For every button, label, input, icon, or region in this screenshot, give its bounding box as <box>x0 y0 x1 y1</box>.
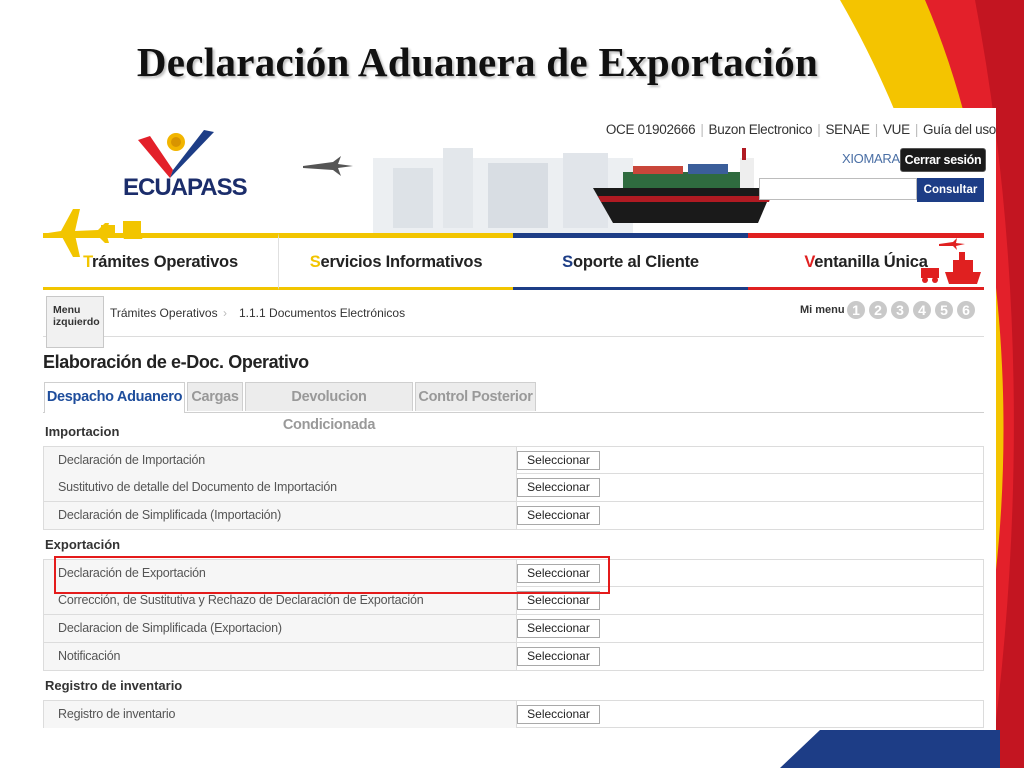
my-menu-label: Mi menu <box>800 304 845 316</box>
my-menu-slot-3[interactable]: 3 <box>891 301 909 319</box>
section-label: Importacion <box>45 424 120 439</box>
row-label: Corrección, de Sustitutiva y Rechazo de … <box>58 593 424 607</box>
slide-title: Declaración Aduanera de Exportación <box>136 39 819 85</box>
top-link-oce[interactable]: OCE 01902666 <box>606 122 696 137</box>
my-menu-slot-2[interactable]: 2 <box>869 301 887 319</box>
ship-truck-icon <box>921 238 981 284</box>
row-label: Declaración de Simplificada (Importación… <box>58 508 282 522</box>
row-label: Notificación <box>58 649 121 663</box>
row-label-cell: Declaracion de Simplificada (Exportacion… <box>44 615 517 642</box>
table-row: Sustitutivo de detalle del Documento de … <box>43 474 984 502</box>
nav-first-letter: S <box>562 253 573 271</box>
divider: | <box>874 122 879 137</box>
page-title: Elaboración de e-Doc. Operativo <box>43 352 309 372</box>
breadcrumb-separator-icon: › <box>223 306 227 320</box>
top-link-vue[interactable]: VUE <box>883 122 910 137</box>
row-label: Declaración de Importación <box>58 453 205 467</box>
main-nav: Trámites Operativos Servicios Informativ… <box>43 233 984 290</box>
my-menu-slot-4[interactable]: 4 <box>913 301 931 319</box>
tab-despacho-aduanero[interactable]: Despacho Aduanero <box>44 382 185 413</box>
nav-first-letter: V <box>804 253 815 271</box>
logout-button[interactable]: Cerrar sesión <box>900 148 986 172</box>
header-scene-icon <box>303 148 773 233</box>
section-label: Registro de inventario <box>45 678 183 693</box>
ecuapass-screenshot: ECUAPASS OCE 01902666 | Buzon Electronico |… <box>43 108 996 730</box>
logo-text: ECUAPASS <box>123 174 248 201</box>
tab-control-posterior[interactable]: Control Posterior <box>415 382 536 411</box>
table-row: Declaración de Simplificada (Importación… <box>43 502 984 530</box>
breadcrumb-item[interactable]: 1.1.1 Documentos Electrónicos <box>239 306 405 320</box>
nav-label: oporte al Cliente <box>572 253 699 271</box>
divider: | <box>914 122 919 137</box>
select-button[interactable]: Seleccionar <box>517 451 600 470</box>
highlight-box <box>54 556 610 594</box>
breadcrumb-item[interactable]: Trámites Operativos <box>110 306 218 320</box>
top-link-guia[interactable]: Guía del uso <box>923 122 996 137</box>
select-button[interactable]: Seleccionar <box>517 506 600 525</box>
left-menu-toggle[interactable]: Menu izquierdo <box>46 296 104 348</box>
nav-soporte-al-cliente[interactable]: Soporte al Cliente <box>513 233 748 290</box>
divider: | <box>700 122 704 137</box>
site-header: ECUAPASS OCE 01902666 | Buzon Electronico |… <box>43 108 996 233</box>
row-label-cell: Sustitutivo de detalle del Documento de … <box>44 474 517 501</box>
row-label-cell: Registro de inventario <box>44 701 517 728</box>
top-link-buzon[interactable]: Buzon Electronico <box>709 122 813 137</box>
select-button[interactable]: Seleccionar <box>517 705 600 724</box>
top-links: OCE 01902666 | Buzon Electronico | SENAE | VUE… <box>606 122 996 137</box>
table-row: Notificación Seleccionar <box>43 643 984 671</box>
row-label: Declaracion de Simplificada (Exportacion… <box>58 621 282 635</box>
top-link-senae[interactable]: SENAE <box>825 122 870 137</box>
divider: | <box>817 122 821 137</box>
my-menu-slot-6[interactable]: 6 <box>957 301 975 319</box>
my-menu-slot-5[interactable]: 5 <box>935 301 953 319</box>
user-name: XIOMARA <box>842 151 900 166</box>
select-button[interactable]: Seleccionar <box>517 647 600 666</box>
left-menu-label: Menu izquierdo <box>53 304 100 328</box>
tab-devolucion-condicionada[interactable]: Devolucion Condicionada <box>245 382 413 433</box>
row-label: Sustitutivo de detalle del Documento de … <box>58 480 337 494</box>
nav-first-letter: S <box>309 253 321 271</box>
nav-tramites-operativos[interactable]: Trámites Operativos <box>43 233 278 290</box>
tab-bar: Despacho Aduanero Cargas Devolucion Cond… <box>43 382 984 433</box>
row-label-cell: Notificación <box>44 643 517 670</box>
nav-first-letter: T <box>83 253 93 271</box>
row-label-cell: Declaración de Importación <box>44 447 517 474</box>
table-row: Registro de inventario Seleccionar <box>43 700 984 728</box>
tab-cargas[interactable]: Cargas <box>187 382 243 411</box>
row-label: Registro de inventario <box>58 707 176 721</box>
section-label: Exportación <box>45 537 121 552</box>
select-button[interactable]: Seleccionar <box>517 478 600 497</box>
select-button[interactable]: Seleccionar <box>517 619 600 638</box>
nav-label: entanilla Única <box>814 253 928 271</box>
nav-label: ervicios Informativos <box>320 253 483 271</box>
my-menu-slot-1[interactable]: 1 <box>847 301 865 319</box>
search-button[interactable]: Consultar <box>917 178 984 202</box>
breadcrumb-row: Menu izquierdo Trámites Operativos › 1.1… <box>43 290 984 348</box>
nav-servicios-informativos[interactable]: Servicios Informativos <box>278 233 513 290</box>
row-label-cell: Declaración de Simplificada (Importación… <box>44 502 517 529</box>
table-row: Declaración de Importación Seleccionar <box>43 446 984 474</box>
table-row: Declaracion de Simplificada (Exportacion… <box>43 615 984 643</box>
search-input[interactable] <box>759 178 917 200</box>
nav-label: rámites Operativos <box>92 253 238 271</box>
